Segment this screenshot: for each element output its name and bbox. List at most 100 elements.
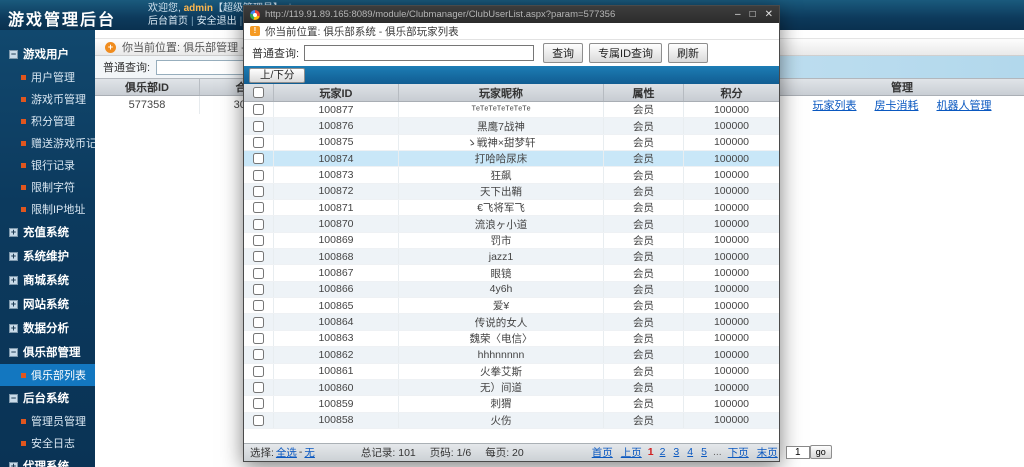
table-row[interactable]: 100859刺猬会员100000 — [244, 396, 779, 412]
table-row[interactable]: 100858火伤会员100000 — [244, 413, 779, 429]
sidebar-section[interactable]: +网站系统 — [0, 292, 95, 316]
row-checkbox[interactable] — [253, 415, 264, 426]
sidebar-section[interactable]: −俱乐部管理 — [0, 340, 95, 364]
go-button[interactable]: go — [810, 445, 832, 459]
sidebar-item[interactable]: 用户管理 — [0, 66, 95, 88]
table-row[interactable]: 100868jazz1会员100000 — [244, 249, 779, 265]
row-checkbox[interactable] — [253, 382, 264, 393]
row-checkbox[interactable] — [253, 153, 264, 164]
sidebar-item[interactable]: 安全日志 — [0, 432, 95, 454]
row-checkbox[interactable] — [253, 333, 264, 344]
window-title-bar[interactable]: http://119.91.89.165:8089/module/Clubman… — [244, 6, 779, 23]
row-checkbox[interactable] — [253, 137, 264, 148]
select-all-link[interactable]: 全选 — [276, 445, 297, 460]
row-checkbox[interactable] — [253, 235, 264, 246]
next-page-link[interactable]: 下页 — [728, 445, 749, 460]
row-checkbox[interactable] — [253, 300, 264, 311]
table-row[interactable]: 100877ᵀᵉᵀᵉᵀᵉᵀᵉᵀᵉᵀᵉᵀᵉ会员100000 — [244, 102, 779, 118]
expand-icon[interactable]: + — [9, 300, 18, 309]
sidebar-item[interactable]: 游戏币管理 — [0, 88, 95, 110]
last-page-link[interactable]: 末页 — [757, 445, 778, 460]
row-checkbox[interactable] — [253, 284, 264, 295]
row-checkbox[interactable] — [253, 366, 264, 377]
row-checkbox-cell — [244, 135, 274, 150]
collapse-icon[interactable]: − — [9, 348, 18, 357]
table-row[interactable]: 100870流浪ヶ小道会员100000 — [244, 216, 779, 232]
table-row[interactable]: 100864传说的女人会员100000 — [244, 314, 779, 330]
sidebar-item[interactable]: 限制字符 — [0, 176, 95, 198]
sidebar-item[interactable]: 俱乐部列表 — [0, 364, 95, 386]
row-checkbox[interactable] — [253, 219, 264, 230]
row-checkbox[interactable] — [253, 268, 264, 279]
page-input[interactable] — [786, 446, 810, 459]
expand-icon[interactable]: + — [9, 462, 18, 467]
first-page-link[interactable]: 首页 — [592, 445, 613, 460]
manage-link[interactable]: 玩家列表 — [813, 97, 857, 113]
modal-action-button[interactable]: 刷新 — [668, 43, 708, 63]
table-row[interactable]: 100871€飞将军飞会员100000 — [244, 200, 779, 216]
manage-link[interactable]: 机器人管理 — [937, 97, 992, 113]
table-row[interactable]: 1008664y6h会员100000 — [244, 282, 779, 298]
sidebar-section[interactable]: +充值系统 — [0, 220, 95, 244]
select-all-cell — [244, 84, 274, 101]
sidebar-section[interactable]: +代理系统 — [0, 454, 95, 467]
modal-action-button[interactable]: 专属ID查询 — [589, 43, 662, 63]
page-link[interactable]: 3 — [673, 446, 679, 458]
row-checkbox[interactable] — [253, 398, 264, 409]
expand-icon[interactable]: + — [9, 324, 18, 333]
table-row[interactable]: 100872天下出鞘会员100000 — [244, 184, 779, 200]
table-row[interactable]: 100863魏荣〈电信〉会员100000 — [244, 331, 779, 347]
expand-icon[interactable]: + — [9, 252, 18, 261]
modal-table-header: 玩家ID 玩家昵称 属性 积分 — [244, 84, 779, 102]
sidebar-item[interactable]: 赠送游戏币记录 — [0, 132, 95, 154]
modal-action-button[interactable]: 查询 — [543, 43, 583, 63]
table-row[interactable]: 100860无）间道会员100000 — [244, 380, 779, 396]
row-checkbox[interactable] — [253, 349, 264, 360]
sidebar-section[interactable]: +数据分析 — [0, 316, 95, 340]
close-button[interactable]: ✕ — [765, 9, 773, 20]
sidebar-section[interactable]: +系统维护 — [0, 244, 95, 268]
page-link[interactable]: 2 — [660, 446, 666, 458]
table-row[interactable]: 100873狂飙会员100000 — [244, 167, 779, 183]
updown-score-button[interactable]: 上/下分 — [249, 68, 305, 83]
collapse-icon[interactable]: − — [9, 394, 18, 403]
sidebar-item[interactable]: 银行记录 — [0, 154, 95, 176]
row-checkbox[interactable] — [253, 186, 264, 197]
row-checkbox[interactable] — [253, 317, 264, 328]
row-checkbox[interactable] — [253, 170, 264, 181]
table-row[interactable]: 100869罚市会员100000 — [244, 233, 779, 249]
expand-icon[interactable]: + — [9, 276, 18, 285]
modal-search-input[interactable] — [304, 45, 534, 61]
sidebar-section[interactable]: −游戏用户 — [0, 42, 95, 66]
row-checkbox[interactable] — [253, 202, 264, 213]
prev-page-link[interactable]: 上页 — [621, 445, 642, 460]
sidebar-item[interactable]: 限制IP地址 — [0, 198, 95, 220]
player-id-cell: 100866 — [274, 282, 399, 297]
select-none-link[interactable]: 无 — [304, 445, 315, 460]
header-link-2[interactable]: 安全退出 — [197, 16, 237, 27]
sidebar-section[interactable]: +商城系统 — [0, 268, 95, 292]
page-link[interactable]: 5 — [701, 446, 707, 458]
page-link[interactable]: 4 — [687, 446, 693, 458]
row-checkbox[interactable] — [253, 121, 264, 132]
header-link-1[interactable]: 后台首页 — [148, 16, 188, 27]
table-row[interactable]: 100867眼镜会员100000 — [244, 265, 779, 281]
maximize-button[interactable]: □ — [750, 9, 756, 20]
sidebar-item[interactable]: 管理员管理 — [0, 410, 95, 432]
sidebar-section[interactable]: −后台系统 — [0, 386, 95, 410]
table-row[interactable]: 100876黑鹰7战神会员100000 — [244, 118, 779, 134]
table-row[interactable]: 100865爱¥会员100000 — [244, 298, 779, 314]
table-row[interactable]: 100862hhhnnnnn会员100000 — [244, 347, 779, 363]
minimize-button[interactable]: – — [735, 9, 741, 20]
row-checkbox[interactable] — [253, 104, 264, 115]
table-row[interactable]: 100874打哈哈尿床会员100000 — [244, 151, 779, 167]
manage-link[interactable]: 房卡消耗 — [875, 97, 919, 113]
table-row[interactable]: 100861火拳艾斯会员100000 — [244, 364, 779, 380]
expand-icon[interactable]: + — [9, 228, 18, 237]
select-all-checkbox[interactable] — [253, 87, 264, 98]
row-checkbox[interactable] — [253, 251, 264, 262]
column-header-player-id: 玩家ID — [274, 84, 399, 101]
sidebar-item[interactable]: 积分管理 — [0, 110, 95, 132]
collapse-icon[interactable]: − — [9, 50, 18, 59]
table-row[interactable]: 100875ゝ戦神×甜梦轩会员100000 — [244, 135, 779, 151]
